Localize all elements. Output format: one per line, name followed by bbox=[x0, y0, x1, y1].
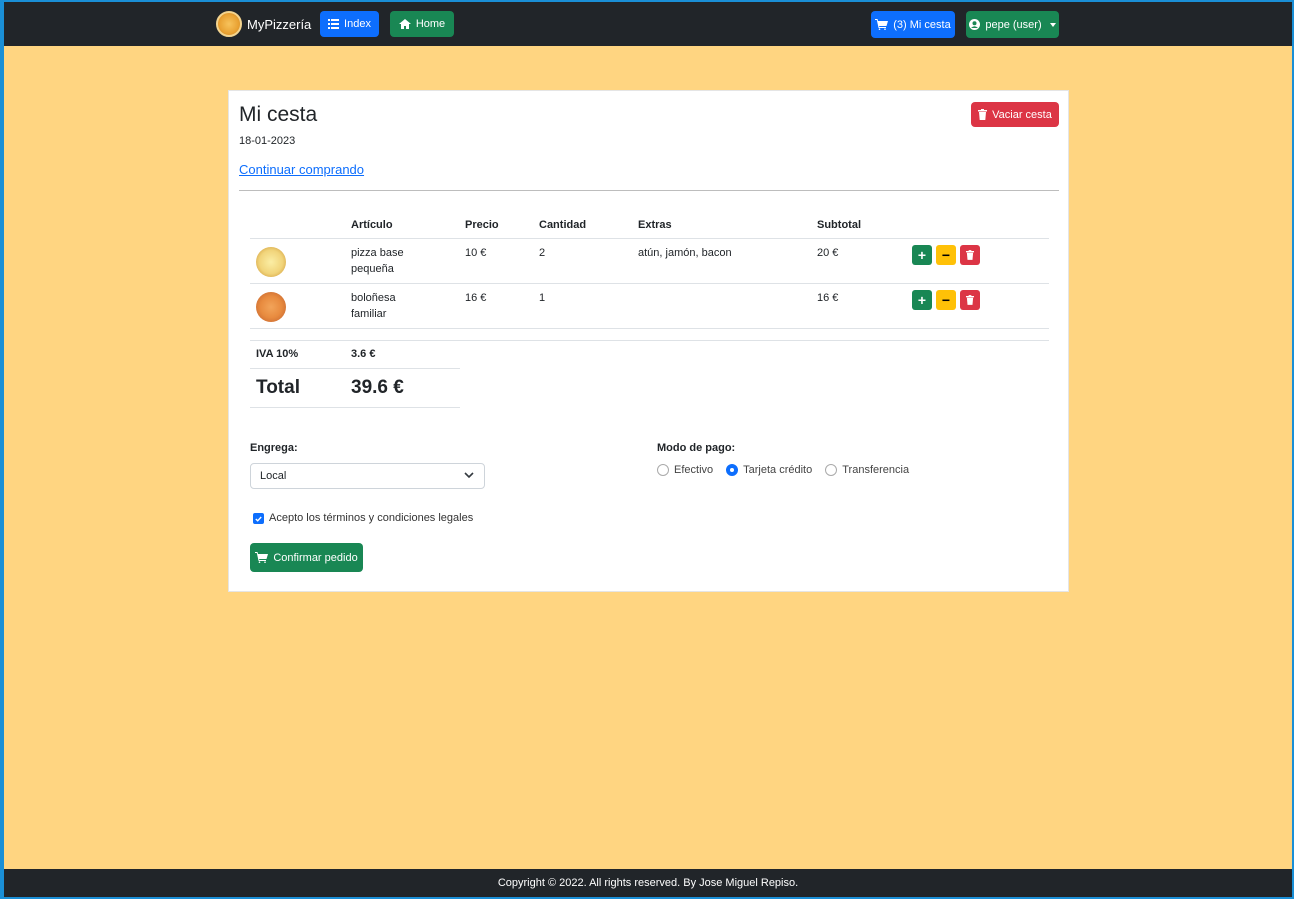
user-label: pepe (user) bbox=[985, 18, 1042, 31]
user-menu-button[interactable]: pepe (user) bbox=[966, 11, 1059, 38]
row-subtotal: 16 € bbox=[817, 292, 839, 304]
row-quantity: 1 bbox=[539, 292, 546, 304]
pizza-image bbox=[256, 292, 286, 322]
cart-label: (3) Mi cesta bbox=[893, 18, 951, 31]
iva-value: 3.6 € bbox=[351, 348, 376, 360]
empty-cart-button[interactable]: Vaciar cesta bbox=[971, 102, 1059, 127]
row-divider bbox=[250, 328, 1049, 329]
col-header-article: Artículo bbox=[351, 219, 393, 231]
payment-option-label: Transferencia bbox=[842, 464, 910, 476]
pizza-image bbox=[256, 247, 286, 277]
cart-plus-icon bbox=[255, 552, 269, 563]
brand[interactable]: MyPizzería bbox=[216, 10, 311, 38]
radio-button-selected[interactable] bbox=[726, 464, 739, 476]
terms-checkbox[interactable] bbox=[253, 513, 264, 524]
decrease-quantity-button[interactable]: − bbox=[936, 290, 956, 310]
cart-button[interactable]: (3) Mi cesta bbox=[871, 11, 955, 38]
trash-icon bbox=[966, 250, 974, 260]
navbar: MyPizzería Index Home (3) Mi cesta pepe … bbox=[4, 2, 1292, 46]
cart-icon bbox=[875, 19, 889, 30]
payment-option-cash[interactable]: Efectivo bbox=[657, 464, 713, 476]
payment-option-label: Tarjeta crédito bbox=[743, 464, 813, 476]
decrease-quantity-button[interactable]: − bbox=[936, 245, 956, 265]
payment-radio-group: Efectivo Tarjeta crédito Transferencia bbox=[657, 464, 922, 476]
delivery-select[interactable]: Local bbox=[250, 463, 485, 489]
iva-label: IVA 10% bbox=[256, 348, 299, 360]
total-value: 39.6 € bbox=[351, 377, 404, 398]
user-circle-icon bbox=[969, 19, 981, 30]
trash-icon bbox=[966, 295, 974, 305]
row-subtotal: 20 € bbox=[817, 247, 839, 259]
home-label: Home bbox=[415, 18, 446, 30]
footer: Copyright © 2022. All rights reserved. B… bbox=[4, 869, 1292, 897]
totals-divider bbox=[250, 407, 460, 408]
total-label: Total bbox=[256, 377, 300, 398]
row-quantity: 2 bbox=[539, 247, 546, 259]
radio-button[interactable] bbox=[657, 464, 669, 476]
row-price: 10 € bbox=[465, 247, 487, 259]
index-label: Index bbox=[344, 18, 371, 30]
table-footer-divider bbox=[250, 340, 1049, 341]
delivery-label: Engrega: bbox=[250, 442, 298, 454]
confirm-order-button[interactable]: Confirmar pedido bbox=[250, 543, 363, 572]
payment-label: Modo de pago: bbox=[657, 442, 736, 454]
home-icon bbox=[398, 19, 411, 29]
chevron-down-icon bbox=[1049, 22, 1056, 27]
col-header-quantity: Cantidad bbox=[539, 219, 587, 231]
remove-item-button[interactable] bbox=[960, 245, 980, 265]
row-article: pizza base pequeña bbox=[351, 247, 404, 275]
page-title: Mi cesta bbox=[239, 103, 318, 126]
col-header-subtotal: Subtotal bbox=[817, 219, 861, 231]
page-frame: MyPizzería Index Home (3) Mi cesta pepe … bbox=[4, 2, 1292, 897]
col-header-extras: Extras bbox=[638, 219, 672, 231]
row-divider bbox=[250, 283, 1049, 284]
index-button[interactable]: Index bbox=[320, 11, 379, 37]
table-header-divider bbox=[250, 238, 1049, 239]
delivery-value: Local bbox=[260, 470, 287, 482]
home-button[interactable]: Home bbox=[390, 11, 454, 37]
chevron-down-icon bbox=[464, 472, 474, 479]
col-header-price: Precio bbox=[465, 219, 499, 231]
row-extras: atún, jamón, bacon bbox=[638, 247, 732, 259]
brand-name: MyPizzería bbox=[247, 16, 312, 32]
trash-icon bbox=[978, 109, 988, 120]
confirm-order-label: Confirmar pedido bbox=[273, 551, 358, 564]
pizza-logo-icon bbox=[216, 11, 242, 37]
radio-button[interactable] bbox=[825, 464, 838, 476]
row-article: boloñesa familiar bbox=[351, 292, 396, 320]
continue-shopping-link[interactable]: Continuar comprando bbox=[239, 162, 364, 177]
payment-option-card[interactable]: Tarjeta crédito bbox=[726, 464, 812, 476]
row-price: 16 € bbox=[465, 292, 487, 304]
list-icon bbox=[328, 19, 340, 29]
cart-card: Mi cesta 18-01-2023 Continuar comprando … bbox=[228, 90, 1069, 592]
payment-option-label: Efectivo bbox=[674, 464, 714, 476]
totals-divider bbox=[250, 368, 460, 369]
divider bbox=[239, 190, 1059, 191]
terms-label[interactable]: Acepto los términos y condiciones legale… bbox=[269, 510, 473, 526]
cart-date: 18-01-2023 bbox=[239, 135, 296, 147]
copyright-text: Copyright © 2022. All rights reserved. B… bbox=[497, 877, 799, 889]
empty-cart-label: Vaciar cesta bbox=[992, 108, 1052, 121]
increase-quantity-button[interactable]: + bbox=[912, 245, 932, 265]
check-icon bbox=[255, 516, 262, 522]
remove-item-button[interactable] bbox=[960, 290, 980, 310]
increase-quantity-button[interactable]: + bbox=[912, 290, 932, 310]
payment-option-transfer[interactable]: Transferencia bbox=[825, 464, 909, 476]
